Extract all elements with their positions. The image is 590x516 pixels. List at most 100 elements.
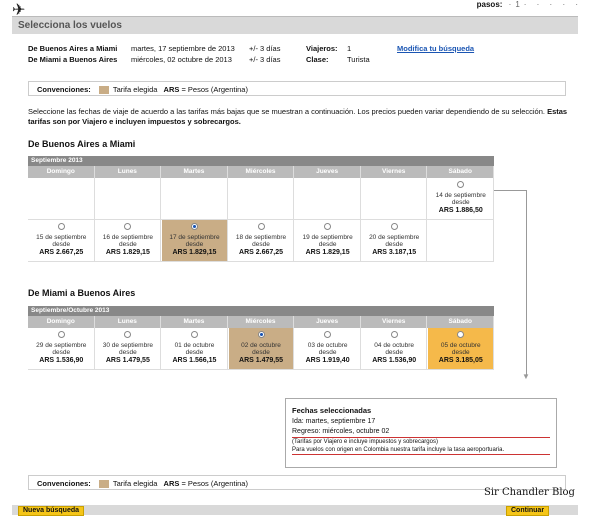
fare-radio[interactable] <box>257 331 265 338</box>
fare-radio[interactable] <box>190 223 198 230</box>
inbound-calendar: Septiembre/Octubre 2013 Domingo Lunes Mart… <box>28 306 495 370</box>
watermark: Sir Chandler Blog <box>484 487 575 498</box>
leg1-flex: +/- 3 días <box>249 44 281 53</box>
new-search-button[interactable]: Nueva búsqueda <box>18 506 85 516</box>
outbound-days-header: Domingo Lunes Martes Miércoles Jueves Viernes… <box>28 166 495 178</box>
fare-price: ARS 1.919,40 <box>305 356 350 364</box>
day-header: Martes <box>161 166 228 178</box>
fare-radio[interactable] <box>390 331 398 338</box>
fare-radio[interactable] <box>124 223 132 230</box>
fare-date: 16 de septiembre <box>102 233 153 241</box>
fare-date: 02 de octubre <box>241 341 281 349</box>
fare-price: ARS 1.479,55 <box>239 356 284 364</box>
fare-price: ARS 1.829,15 <box>172 248 217 256</box>
connector-line <box>526 190 527 377</box>
fare-radio[interactable] <box>57 331 65 338</box>
fare-desde: desde <box>119 241 137 248</box>
chosen-fare-swatch <box>98 480 109 489</box>
calendar-cell-empty <box>28 178 95 219</box>
fare-cell[interactable]: 01 de octubre desde ARS 1.566,15 <box>161 328 228 369</box>
fare-desde: desde <box>252 241 270 248</box>
fare-price: ARS 1.536,90 <box>39 356 84 364</box>
outbound-week-1: 14 de septiembre desde ARS 1.886,50 <box>28 178 495 220</box>
fare-price: ARS 1.536,90 <box>372 356 417 364</box>
selected-dates-box: Fechas seleccionadas Ida: martes, septie… <box>285 398 557 468</box>
steps-dots: ·1· · · · · <box>508 0 582 9</box>
fare-desde: desde <box>451 199 470 206</box>
fare-cell[interactable]: 20 de septiembre desde ARS 3.187,15 <box>360 220 428 261</box>
fare-cell[interactable]: 30 de septiembre desde ARS 1.479,55 <box>94 328 162 369</box>
fare-price: ARS 1.886,50 <box>438 206 483 214</box>
day-header: Viernes <box>361 316 428 328</box>
fare-date: 04 de octubre <box>374 341 415 349</box>
fare-desde: desde <box>185 241 204 248</box>
leg2-date: miércoles, 02 octubre de 2013 <box>131 55 232 64</box>
day-header: Lunes <box>95 166 162 178</box>
fare-date: 20 de septiembre <box>369 233 420 241</box>
fare-cell[interactable]: 15 de septiembre desde ARS 2.667,25 <box>28 220 95 261</box>
travelers-value: 1 <box>347 44 352 53</box>
fare-date: 18 de septiembre <box>235 233 287 241</box>
fare-cell[interactable]: 19 de septiembre desde ARS 1.829,15 <box>294 220 361 261</box>
fare-radio[interactable] <box>324 223 332 230</box>
leg2-flex: +/- 3 días <box>249 55 281 64</box>
fare-cell[interactable]: 03 de octubre desde ARS 1.919,40 <box>294 328 361 369</box>
fare-desde: desde <box>318 349 337 356</box>
page-title: Selecciona los vuelos <box>12 16 578 34</box>
currency-desc: = Pesos (Argentina) <box>181 85 248 94</box>
modify-search-link[interactable]: Modifica tu búsqueda <box>397 43 474 54</box>
leg2-route: De Miami a Buenos Aires <box>28 55 118 64</box>
footer-bar <box>12 505 578 515</box>
fare-desde: desde <box>318 241 337 248</box>
fare-date: 15 de septiembre <box>36 233 87 241</box>
fare-radio[interactable] <box>190 331 198 338</box>
fare-desde: desde <box>385 241 404 248</box>
fare-desde: desde <box>52 349 71 356</box>
fare-desde: desde <box>252 349 270 356</box>
calendar-cell-empty <box>360 178 428 219</box>
arrow-down-icon: ▼ <box>522 372 530 381</box>
travelers-label: Viajeros: <box>306 44 338 53</box>
fare-cell[interactable]: 04 de octubre desde ARS 1.536,90 <box>360 328 428 369</box>
fare-date: 01 de octubre <box>174 341 215 349</box>
outbound-week-2: 15 de septiembre desde ARS 2.667,25 16 de s… <box>28 220 495 262</box>
conventions-label: Convenciones: <box>37 85 91 94</box>
fare-cell[interactable]: 02 de octubre desde ARS 1.479,55 <box>227 328 295 369</box>
fare-radio[interactable] <box>257 223 265 230</box>
inbound-days-header: Domingo Lunes Martes Miércoles Jueves Viernes… <box>28 316 495 328</box>
fare-price: ARS 2.667,25 <box>39 248 84 256</box>
fare-cell[interactable]: 29 de septiembre desde ARS 1.536,90 <box>28 328 95 369</box>
day-header: Jueves <box>294 316 361 328</box>
continue-button[interactable]: Continuar <box>506 506 550 516</box>
fare-price: ARS 3.187,15 <box>372 248 417 256</box>
currency-desc: = Pesos (Argentina) <box>181 479 248 488</box>
fare-radio[interactable] <box>457 181 465 188</box>
day-header: Miércoles <box>228 316 295 328</box>
selected-regreso: Regreso: miércoles, octubre 02 <box>292 427 550 438</box>
fare-radio[interactable] <box>457 331 465 338</box>
fare-desde: desde <box>185 349 204 356</box>
fare-price: ARS 1.829,15 <box>305 248 350 256</box>
fare-cell[interactable]: 16 de septiembre desde ARS 1.829,15 <box>94 220 162 261</box>
fare-radio[interactable] <box>57 223 65 230</box>
fare-radio[interactable] <box>390 223 398 230</box>
fare-date: 05 de octubre <box>440 341 481 349</box>
fare-date: 30 de septiembre <box>102 341 153 349</box>
outbound-title: De Buenos Aires a Miami <box>28 139 136 149</box>
day-header: Sábado <box>427 316 495 328</box>
calendar-cell-empty <box>161 178 228 219</box>
fare-cell[interactable]: 18 de septiembre desde ARS 2.667,25 <box>227 220 295 261</box>
outbound-calendar: Septiembre 2013 Domingo Lunes Martes Miérco… <box>28 156 495 262</box>
fare-cell[interactable]: 05 de octubre desde ARS 3.185,05 <box>427 328 495 369</box>
fare-radio[interactable] <box>124 331 132 338</box>
fare-date: 29 de septiembre <box>36 341 87 349</box>
fare-radio[interactable] <box>324 331 332 338</box>
outbound-month: Septiembre 2013 <box>28 156 494 166</box>
day-header: Sábado <box>427 166 495 178</box>
fare-desde: desde <box>52 241 71 248</box>
calendar-cell-empty <box>227 178 295 219</box>
fare-date: 17 de septiembre <box>169 233 220 241</box>
fare-cell[interactable]: 17 de septiembre desde ARS 1.829,15 <box>161 220 228 261</box>
currency-code: ARS <box>163 85 180 94</box>
fare-cell[interactable]: 14 de septiembre desde ARS 1.886,50 <box>427 178 495 219</box>
